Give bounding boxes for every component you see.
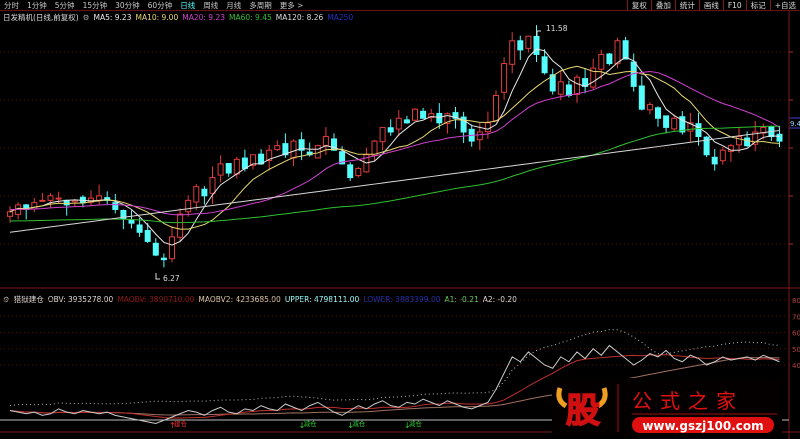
candle-down [112, 202, 119, 210]
candle-up [209, 177, 216, 194]
candle-down [144, 230, 151, 242]
candle-up [177, 213, 184, 238]
candle-up [47, 195, 54, 201]
candle-up [274, 145, 281, 151]
candle-up [476, 131, 483, 141]
indicator-y-tick: 40 [792, 362, 800, 370]
indicator-y-tick: 60 [792, 330, 800, 338]
signal-label: 减仓 [409, 419, 423, 428]
candle-down [517, 40, 524, 51]
ma20-line [9, 71, 780, 216]
candle-down [387, 127, 394, 133]
signal-label: 建仓 [174, 419, 188, 428]
candle-down [436, 112, 443, 124]
candle-up [55, 197, 62, 200]
candle-up [646, 104, 653, 111]
last-price-label: 9.4 [790, 120, 800, 128]
candle-up [395, 117, 402, 130]
candle-up [574, 76, 580, 95]
candle-down [655, 107, 661, 119]
candle-up [736, 136, 742, 146]
candle-down [160, 257, 167, 261]
candle-up [671, 117, 678, 130]
candle-up [379, 126, 386, 143]
candle-down [201, 188, 208, 197]
candle-up [322, 136, 329, 146]
indicator-y-tick: 70 [792, 313, 800, 321]
watermark-logo: 股 公式之家 www.gszj100.com [552, 378, 782, 436]
indicator-y-tick: 80 [792, 297, 800, 305]
candle-up [509, 40, 516, 65]
candle-up [501, 63, 508, 93]
low-price-label: 6.27 [163, 274, 180, 283]
candle-up [233, 158, 240, 175]
svg-text:公式之家: 公式之家 [632, 389, 744, 413]
candle-up [719, 149, 726, 162]
candle-down [128, 219, 135, 224]
indicator-y-tick: 50 [792, 346, 800, 354]
candle-up [169, 236, 175, 260]
candle-down [744, 137, 751, 147]
candle-down [152, 242, 159, 256]
candle-up [557, 81, 564, 95]
candle-up [614, 40, 621, 65]
signal-label: 减仓 [352, 419, 366, 428]
candle-down [638, 85, 645, 110]
candle-down [533, 35, 540, 55]
candle-up [217, 163, 224, 176]
candle-up [355, 167, 362, 177]
candle-down [225, 163, 232, 174]
candle-up [525, 35, 532, 49]
svg-text:股: 股 [566, 391, 600, 431]
candle-down [695, 123, 702, 138]
candle-up [598, 53, 605, 70]
candle-up [71, 199, 78, 203]
candle-up [290, 140, 297, 159]
svg-text:www.gszj100.com: www.gszj100.com [642, 419, 763, 433]
candle-down [136, 224, 143, 233]
candle-up [484, 122, 491, 133]
candle-up [185, 199, 192, 213]
candle-up [96, 195, 103, 201]
candle-down [541, 56, 548, 74]
candle-down [711, 156, 718, 165]
ma60-line [9, 125, 780, 224]
candle-down [663, 115, 670, 128]
candle-down [776, 133, 783, 142]
candle-down [420, 110, 427, 119]
high-price-label: 11.58 [546, 24, 568, 33]
candle-up [493, 94, 499, 122]
candle-down [606, 53, 613, 65]
candle-up [371, 140, 378, 156]
ma120-line [9, 129, 780, 233]
low-marker [155, 273, 160, 280]
candle-down [622, 40, 629, 60]
candle-down [565, 84, 572, 96]
candle-up [193, 186, 200, 203]
candle-down [347, 164, 354, 179]
chart-canvas[interactable]: 11.58 6.27 9.4 8070605040↑建仓 ↓减仓 ↓减仓 ↓减仓 [0, 0, 800, 439]
candle-up [7, 211, 13, 217]
candle-down [403, 119, 410, 124]
candle-up [412, 108, 418, 121]
candle-up [39, 199, 46, 202]
signal-label: 减仓 [304, 419, 318, 428]
